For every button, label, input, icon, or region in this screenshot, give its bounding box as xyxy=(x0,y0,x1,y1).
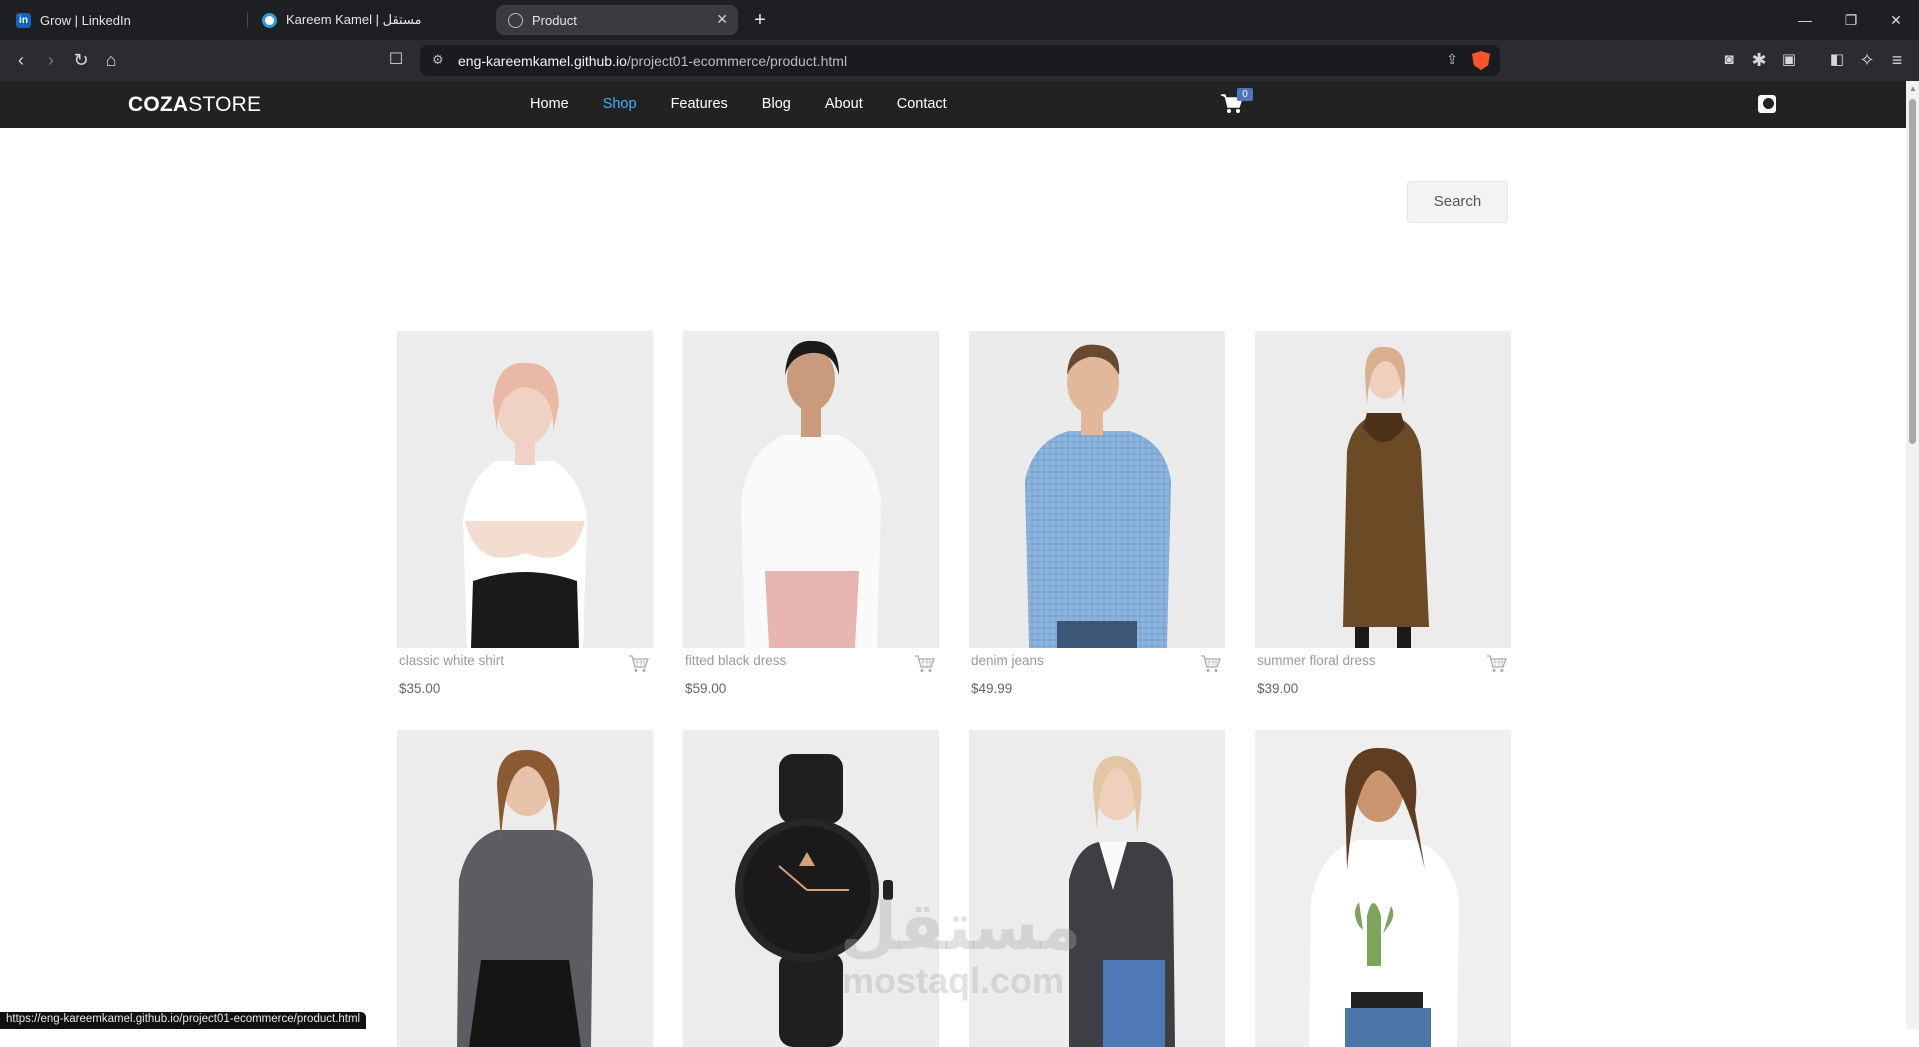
sidebar-icon[interactable]: ◧ xyxy=(1826,49,1848,71)
tab-label: Grow | LinkedIn xyxy=(40,12,131,28)
nav-features[interactable]: Features xyxy=(671,96,728,112)
browser-toolbar: ‹ › ↻ ⌂ ☐ ⚙ eng-kareemkamel.github.io/pr… xyxy=(0,40,1919,81)
camera-icon[interactable]: ◙ xyxy=(1718,49,1740,71)
linkedin-icon: in xyxy=(16,12,31,28)
forward-icon[interactable]: › xyxy=(40,49,62,71)
cart-button[interactable]: 0 xyxy=(1221,88,1253,119)
product-title[interactable]: denim jeans xyxy=(971,653,1044,668)
page-scrollbar[interactable]: ▲ xyxy=(1906,81,1919,1029)
scroll-up-arrow-icon[interactable]: ▲ xyxy=(1909,84,1917,93)
new-tab-button[interactable]: + xyxy=(748,6,772,34)
leo-ai-icon[interactable]: ✧ xyxy=(1856,49,1878,71)
product-image[interactable] xyxy=(397,331,653,648)
site-logo[interactable]: COZASTORE xyxy=(128,93,261,117)
mostaql-icon xyxy=(262,12,277,28)
nav-shop[interactable]: Shop xyxy=(603,96,637,112)
wallet-icon[interactable]: ▣ xyxy=(1778,49,1800,71)
close-window-button[interactable]: ✕ xyxy=(1873,0,1919,40)
add-to-cart-icon[interactable] xyxy=(629,655,649,673)
scroll-thumb[interactable] xyxy=(1909,99,1916,444)
add-to-cart-icon[interactable] xyxy=(1487,655,1507,673)
product-image[interactable] xyxy=(683,331,939,648)
site-header: COZASTORE Home Shop Features Blog About … xyxy=(0,81,1906,128)
nav-home[interactable]: Home xyxy=(530,96,569,112)
minimize-button[interactable]: — xyxy=(1782,0,1828,40)
url-text: eng-kareemkamel.github.io/project01-ecom… xyxy=(458,53,848,69)
tab-linkedin[interactable]: in Grow | LinkedIn xyxy=(4,5,246,35)
reload-icon[interactable]: ↻ xyxy=(70,49,92,71)
main-nav: Home Shop Features Blog About Contact xyxy=(530,96,981,112)
brave-shields-icon[interactable] xyxy=(1472,51,1490,70)
watermark-latin: mostaql.com xyxy=(842,960,1065,1001)
product-price: $49.99 xyxy=(971,681,1013,696)
site-info-icon[interactable]: ⚙ xyxy=(432,52,444,68)
product-title[interactable]: summer floral dress xyxy=(1257,653,1376,668)
product-title[interactable]: classic white shirt xyxy=(399,653,504,668)
product-card[interactable]: denim jeans $49.99 xyxy=(969,331,1225,696)
nav-about[interactable]: About xyxy=(825,96,863,112)
back-icon[interactable]: ‹ xyxy=(10,49,32,71)
nav-blog[interactable]: Blog xyxy=(762,96,791,112)
home-icon[interactable]: ⌂ xyxy=(100,49,122,71)
dark-mode-toggle-icon[interactable] xyxy=(1758,95,1776,113)
tab-label: Product xyxy=(532,12,577,28)
share-icon[interactable]: ⇪ xyxy=(1446,51,1458,68)
product-card[interactable]: summer floral dress $39.00 xyxy=(1255,331,1511,696)
browser-tab-bar: in Grow | LinkedIn Kareem Kamel | مستقل … xyxy=(0,0,1919,40)
product-price: $39.00 xyxy=(1257,681,1299,696)
product-image[interactable] xyxy=(969,331,1225,648)
menu-icon[interactable]: ≡ xyxy=(1886,49,1908,71)
product-price: $59.00 xyxy=(685,681,727,696)
search-button[interactable]: Search xyxy=(1407,181,1508,223)
add-to-cart-icon[interactable] xyxy=(915,655,935,673)
bookmark-icon[interactable]: ☐ xyxy=(385,49,407,71)
tab-product[interactable]: Product ✕ xyxy=(496,5,738,35)
watermark-arabic: مستقل xyxy=(840,889,1082,963)
address-bar[interactable]: ⚙ eng-kareemkamel.github.io/project01-ec… xyxy=(420,45,1500,76)
status-url-tooltip: https://eng-kareemkamel.github.io/projec… xyxy=(0,1012,367,1029)
product-image[interactable] xyxy=(397,730,653,1047)
product-card[interactable] xyxy=(397,730,653,1047)
nav-contact[interactable]: Contact xyxy=(897,96,947,112)
close-tab-icon[interactable]: ✕ xyxy=(716,11,728,28)
tab-label: Kareem Kamel | مستقل xyxy=(286,12,422,27)
product-price: $35.00 xyxy=(399,681,441,696)
cart-count-badge: 0 xyxy=(1237,88,1253,101)
product-image[interactable] xyxy=(1255,730,1511,1047)
tab-separator xyxy=(247,12,248,28)
globe-icon xyxy=(508,12,523,28)
product-card[interactable]: classic white shirt $35.00 xyxy=(397,331,653,696)
extensions-icon[interactable]: ✱ xyxy=(1748,49,1770,71)
add-to-cart-icon[interactable] xyxy=(1201,655,1221,673)
tab-mostaql[interactable]: Kareem Kamel | مستقل xyxy=(250,5,492,35)
product-card[interactable] xyxy=(1255,730,1511,1047)
product-card[interactable]: fitted black dress $59.00 xyxy=(683,331,939,696)
product-title[interactable]: fitted black dress xyxy=(685,653,786,668)
product-image[interactable] xyxy=(1255,331,1511,648)
restore-button[interactable]: ❐ xyxy=(1828,0,1874,40)
